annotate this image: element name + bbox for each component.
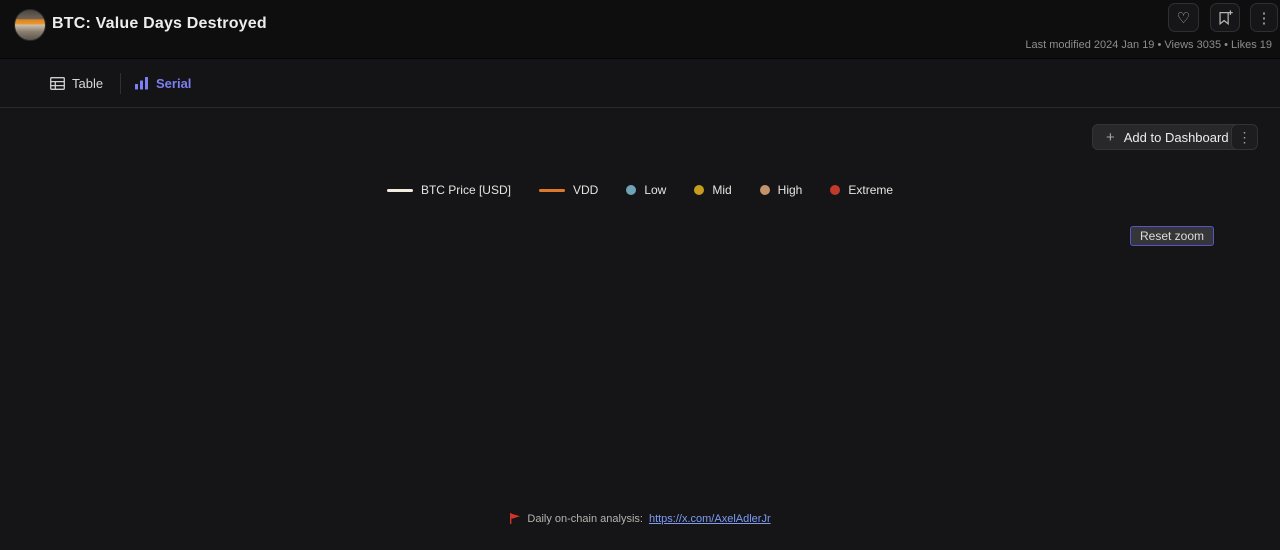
legend-line-swatch	[386, 188, 413, 192]
flag-icon	[510, 513, 521, 524]
avatar[interactable]	[14, 9, 46, 41]
bookmark-plus-icon	[1219, 9, 1233, 25]
chart-legend: BTC Price [USD] VDD Low Mid High Extreme	[0, 183, 1280, 197]
tab-table-label: Table	[72, 75, 104, 91]
add-to-dashboard-button[interactable]: + Add to Dashboard	[1092, 124, 1243, 150]
legend-item-btc-price-usd-[interactable]: BTC Price [USD]	[386, 183, 511, 197]
kebab-menu-icon: ⋮	[1256, 9, 1272, 27]
footer-note: Daily on-chain analysis: https://x.com/A…	[0, 512, 1280, 525]
kebab-menu-icon: ⋮	[1237, 128, 1252, 145]
legend-line-swatch	[538, 188, 565, 192]
heart-icon: ♡	[1176, 9, 1191, 27]
legend-item-high[interactable]: High	[759, 183, 803, 197]
reset-zoom-button[interactable]: Reset zoom	[1130, 226, 1215, 246]
legend-label: Extreme	[848, 183, 894, 197]
plus-icon: +	[1106, 128, 1115, 146]
footer-label: Daily on-chain analysis:	[527, 512, 643, 525]
footer-link[interactable]: https://x.com/AxelAdlerJr	[649, 513, 771, 525]
bar-chart-icon	[135, 77, 148, 90]
chart-options-button[interactable]: ⋮	[1231, 124, 1258, 150]
legend-label: VDD	[572, 183, 599, 197]
tab-bar: Table Serial	[0, 59, 1280, 167]
table-icon	[50, 76, 65, 90]
legend-dot-swatch	[830, 185, 841, 195]
like-button[interactable]: ♡	[1168, 3, 1199, 32]
bookmark-button[interactable]	[1210, 3, 1240, 32]
page-title: BTC: Value Days Destroyed	[52, 15, 267, 32]
legend-dot-swatch	[694, 185, 705, 195]
meta-line: Last modified 2024 Jan 19 • Views 3035 •…	[1025, 39, 1272, 51]
chart-panel	[0, 109, 1280, 550]
legend-item-vdd[interactable]: VDD	[538, 183, 599, 197]
tab-serial[interactable]: Serial	[134, 59, 191, 107]
tab-table[interactable]: Table	[50, 59, 103, 107]
more-options-button[interactable]: ⋮	[1250, 3, 1278, 32]
legend-dot-swatch	[626, 185, 637, 195]
legend-label: Mid	[712, 183, 732, 197]
legend-label: BTC Price [USD]	[420, 183, 511, 197]
tab-serial-label: Serial	[156, 75, 192, 91]
legend-item-extreme[interactable]: Extreme	[830, 183, 893, 197]
tab-divider	[120, 73, 121, 94]
legend-dot-swatch	[759, 185, 770, 195]
legend-item-mid[interactable]: Mid	[694, 183, 732, 197]
legend-label: Low	[644, 183, 667, 197]
add-to-dashboard-label: Add to Dashboard	[1123, 129, 1229, 145]
legend-label: High	[777, 183, 803, 197]
legend-item-low[interactable]: Low	[626, 183, 666, 197]
